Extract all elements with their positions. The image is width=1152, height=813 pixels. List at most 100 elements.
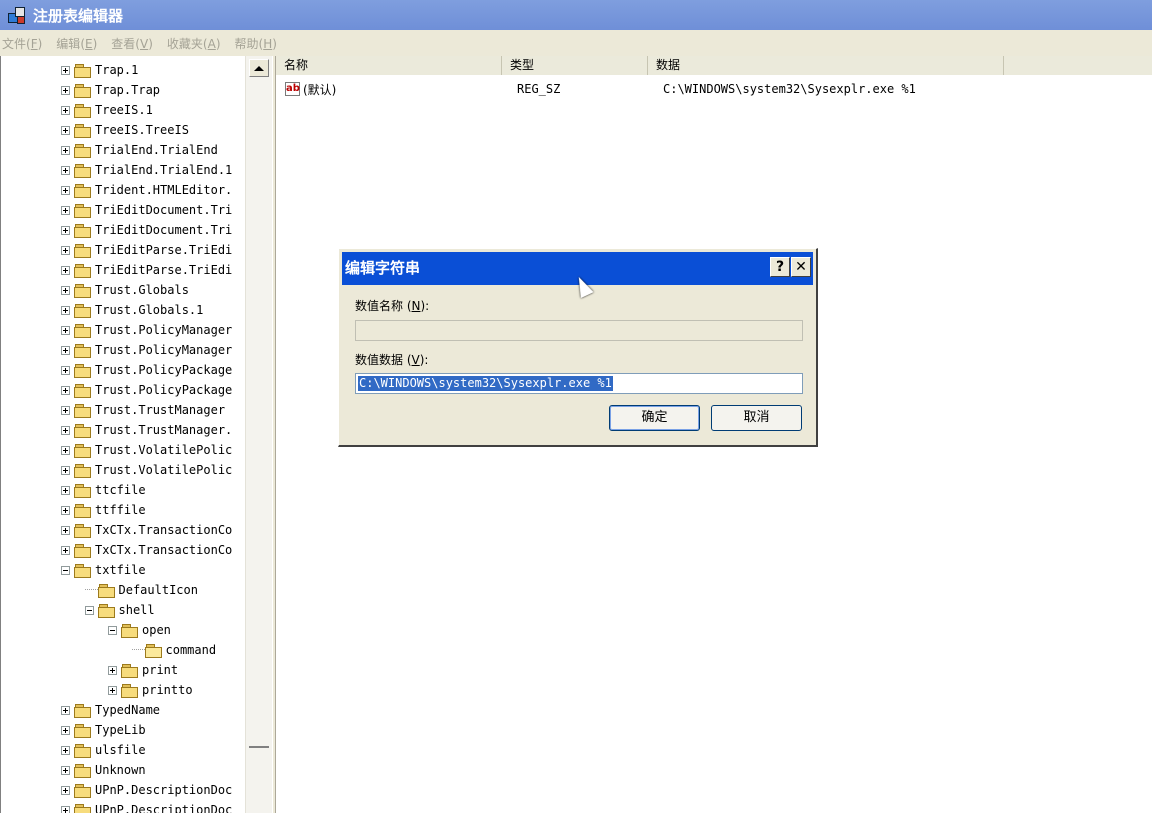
tree-node[interactable]: command — [131, 640, 216, 660]
tree-node[interactable]: UPnP.DescriptionDoc — [61, 800, 232, 813]
tree-node[interactable]: Trident.HTMLEditor. — [61, 180, 232, 200]
list-item[interactable]: ab (默认) REG_SZ C:\WINDOWS\system32\Sysex… — [276, 80, 916, 98]
tree-node[interactable]: TreeIS.TreeIS — [61, 120, 189, 140]
tree-node-label: shell — [118, 603, 155, 617]
close-button[interactable]: ✕ — [791, 257, 811, 277]
expand-icon[interactable] — [61, 425, 70, 435]
expand-icon[interactable] — [61, 345, 70, 355]
expand-icon[interactable] — [61, 485, 70, 495]
tree-node[interactable]: open — [108, 620, 171, 640]
menu-item[interactable]: 编辑(E) — [56, 35, 97, 52]
tree-node[interactable]: UPnP.DescriptionDoc — [61, 780, 232, 800]
folder-icon — [74, 743, 91, 758]
column-header-type[interactable]: 类型 — [502, 56, 648, 75]
tree-node[interactable]: print — [108, 660, 178, 680]
expand-icon[interactable] — [61, 705, 70, 715]
value-data-field[interactable]: C:\WINDOWS\system32\Sysexplr.exe %1 — [355, 373, 803, 394]
value-data-label: 数值数据 (V): — [355, 353, 429, 367]
expand-icon[interactable] — [61, 145, 70, 155]
ok-button[interactable]: 确定 — [609, 405, 700, 431]
tree-node[interactable]: printto — [108, 680, 193, 700]
collapse-icon[interactable] — [108, 625, 117, 635]
tree-node[interactable]: TxCTx.TransactionCo — [61, 540, 232, 560]
tree-node[interactable]: Trap.1 — [61, 60, 138, 80]
tree-node[interactable]: Trust.Globals — [61, 280, 189, 300]
tree-node[interactable]: TriEditParse.TriEdi — [61, 240, 232, 260]
registry-tree[interactable]: Trap.1 Trap.Trap TreeIS.1 TreeIS.TreeIS Tria… — [0, 56, 272, 813]
tree-scrollbar[interactable] — [245, 56, 272, 813]
tree-node[interactable]: Trust.PolicyPackage — [61, 360, 232, 380]
tree-node[interactable]: TreeIS.1 — [61, 100, 153, 120]
tree-node[interactable]: TriEditDocument.Tri — [61, 200, 232, 220]
scroll-up-button[interactable] — [249, 59, 269, 77]
tree-node[interactable]: Trust.Globals.1 — [61, 300, 203, 320]
help-button[interactable]: ? — [770, 257, 790, 277]
expand-icon[interactable] — [61, 765, 70, 775]
menu-item[interactable]: 收藏夹(A) — [167, 35, 221, 52]
tree-node[interactable]: TypedName — [61, 700, 160, 720]
expand-icon[interactable] — [61, 305, 70, 315]
expand-icon[interactable] — [61, 805, 70, 813]
tree-node[interactable]: ttcfile — [61, 480, 146, 500]
tree-node[interactable]: Trust.VolatilePolic — [61, 440, 232, 460]
expand-icon[interactable] — [61, 125, 70, 135]
expand-icon[interactable] — [61, 325, 70, 335]
tree-node-label: TrialEnd.TrialEnd.1 — [95, 163, 233, 177]
tree-node[interactable]: TxCTx.TransactionCo — [61, 520, 232, 540]
expand-icon[interactable] — [108, 685, 117, 695]
tree-node[interactable]: TriEditDocument.Tri — [61, 220, 232, 240]
expand-icon[interactable] — [61, 725, 70, 735]
tree-node[interactable]: Trust.TrustManager — [61, 400, 225, 420]
expand-icon[interactable] — [61, 525, 70, 535]
expand-icon[interactable] — [61, 505, 70, 515]
expand-icon[interactable] — [108, 665, 117, 675]
expand-icon[interactable] — [61, 85, 70, 95]
column-header-name[interactable]: 名称 — [276, 56, 502, 75]
tree-node-label: Trust.PolicyPackage — [95, 383, 233, 397]
value-name-field[interactable] — [355, 320, 803, 341]
tree-node[interactable]: DefaultIcon — [84, 580, 198, 600]
expand-icon[interactable] — [61, 105, 70, 115]
menu-item[interactable]: 文件(F) — [2, 35, 42, 52]
tree-node[interactable]: Trust.TrustManager. — [61, 420, 232, 440]
menu-item[interactable]: 查看(V) — [111, 35, 153, 52]
collapse-icon[interactable] — [84, 605, 94, 615]
column-header-data[interactable]: 数据 — [648, 56, 1004, 75]
menu-item-accesskey: A — [207, 36, 216, 51]
tree-node[interactable]: shell — [84, 600, 155, 620]
expand-icon[interactable] — [61, 205, 70, 215]
tree-node[interactable]: Trust.PolicyManager — [61, 320, 232, 340]
expand-icon[interactable] — [61, 245, 70, 255]
tree-node[interactable]: ttffile — [61, 500, 146, 520]
collapse-icon[interactable] — [61, 565, 70, 575]
tree-node[interactable]: ulsfile — [61, 740, 146, 760]
expand-icon[interactable] — [61, 465, 70, 475]
expand-icon[interactable] — [61, 285, 70, 295]
tree-node[interactable]: TypeLib — [61, 720, 146, 740]
expand-icon[interactable] — [61, 65, 70, 75]
tree-node[interactable]: TrialEnd.TrialEnd.1 — [61, 160, 232, 180]
tree-node[interactable]: Trust.PolicyPackage — [61, 380, 232, 400]
expand-icon[interactable] — [61, 545, 70, 555]
menu-item[interactable]: 帮助(H) — [235, 35, 277, 52]
expand-icon[interactable] — [61, 385, 70, 395]
cancel-button[interactable]: 取消 — [711, 405, 802, 431]
expand-icon[interactable] — [61, 785, 70, 795]
tree-node[interactable]: TriEditParse.TriEdi — [61, 260, 232, 280]
expand-icon[interactable] — [61, 445, 70, 455]
tree-node[interactable]: Unknown — [61, 760, 146, 780]
scroll-thumb[interactable] — [249, 746, 269, 748]
expand-icon[interactable] — [61, 225, 70, 235]
expand-icon[interactable] — [61, 265, 70, 275]
tree-node[interactable]: Trust.VolatilePolic — [61, 460, 232, 480]
tree-node[interactable]: Trust.PolicyManager — [61, 340, 232, 360]
expand-icon[interactable] — [61, 745, 70, 755]
expand-icon[interactable] — [61, 185, 70, 195]
expand-icon[interactable] — [61, 405, 70, 415]
expand-icon[interactable] — [61, 165, 70, 175]
tree-node[interactable]: txtfile — [61, 560, 146, 580]
tree-node[interactable]: TrialEnd.TrialEnd — [61, 140, 218, 160]
tree-node-label: TypedName — [95, 703, 161, 717]
tree-node[interactable]: Trap.Trap — [61, 80, 160, 100]
expand-icon[interactable] — [61, 365, 70, 375]
